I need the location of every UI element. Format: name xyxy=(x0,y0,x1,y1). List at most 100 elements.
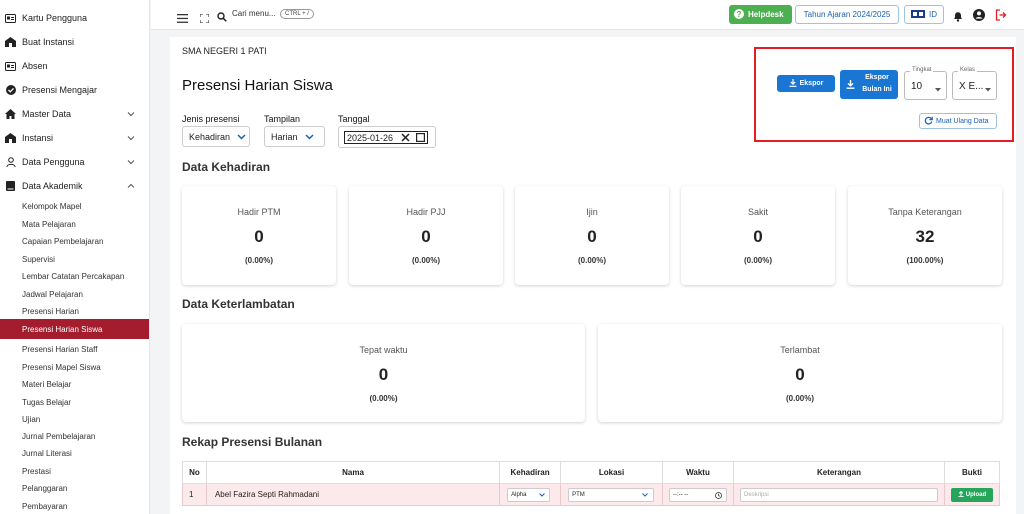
sidebar-item-label: Data Pengguna xyxy=(22,157,85,167)
card-label: Hadir PTM xyxy=(237,207,281,217)
sidebar-item-data-pengguna[interactable]: Data Pengguna xyxy=(0,150,149,174)
calendar-icon[interactable] xyxy=(416,133,426,144)
keterangan-placeholder: Deskripsi xyxy=(744,491,769,498)
waktu-value: --:-- -- xyxy=(673,491,689,498)
sidebar-sub-label: Tugas Belajar xyxy=(22,397,72,407)
tampilan-select[interactable]: Harian xyxy=(264,126,325,147)
sidebar-sub-presensi-harian[interactable]: Presensi Harian xyxy=(0,301,149,321)
sidebar-sub-label: Supervisi xyxy=(22,254,55,264)
card-value: 0 xyxy=(378,365,389,384)
card-label: Hadir PJJ xyxy=(406,207,446,217)
keterangan-input[interactable]: Deskripsi xyxy=(740,487,938,502)
sidebar-sub-lembar-catatan[interactable]: Lembar Catatan Percakapan xyxy=(0,266,149,286)
chevron-down-icon xyxy=(304,132,314,142)
card-percent: (0.00%) xyxy=(244,256,273,265)
card-label: Ijin xyxy=(586,207,598,217)
bell-icon[interactable] xyxy=(953,9,963,27)
helpdesk-label: Helpdesk xyxy=(748,10,784,19)
ekspor-bulan-ini-button[interactable]: Ekspor Bulan Ini xyxy=(840,70,898,99)
sidebar-sub-pembayaran[interactable]: Pembayaran xyxy=(0,496,149,514)
clear-icon[interactable] xyxy=(401,133,410,144)
helpdesk-button[interactable]: ? Helpdesk xyxy=(729,5,792,24)
column-header-bukti: Bukti xyxy=(943,461,1001,484)
table-header-row: No Nama Kehadiran Lokasi Waktu Keteranga… xyxy=(182,461,1001,484)
sidebar-sub-kelompok-mapel[interactable]: Kelompok Mapel xyxy=(0,196,149,216)
upload-button[interactable]: Upload xyxy=(950,487,993,502)
tahun-ajaran-button[interactable]: Tahun Ajaran 2024/2025 xyxy=(795,5,899,24)
column-header-waktu: Waktu xyxy=(662,461,734,484)
sidebar-item-label: Data Akademik xyxy=(22,181,83,191)
card-percent: (0.00%) xyxy=(743,256,772,265)
sidebar-sub-label: Jadwal Pelajaran xyxy=(22,289,83,299)
sidebar-sub-pelanggaran[interactable]: Pelanggaran xyxy=(0,478,149,498)
kehadiran-select[interactable]: Alpha xyxy=(507,487,551,502)
sidebar-sub-capaian-pembelajaran[interactable]: Capaian Pembelajaran xyxy=(0,231,149,251)
hamburger-icon[interactable] xyxy=(177,10,188,28)
sidebar-sub-jurnal-literasi[interactable]: Jurnal Literasi xyxy=(0,443,149,463)
search-label[interactable]: Cari menu... xyxy=(232,9,276,18)
muat-ulang-button[interactable]: Muat Ulang Data xyxy=(919,113,997,129)
sidebar-sub-label: Prestasi xyxy=(22,466,51,476)
tanggal-label: Tanggal xyxy=(338,114,370,124)
sidebar-item-master-data[interactable]: Master Data xyxy=(0,102,149,126)
sidebar-sub-label: Ujian xyxy=(22,414,41,424)
language-button[interactable]: ID xyxy=(904,5,944,24)
tingkat-select[interactable]: Tingkat 10 xyxy=(904,67,947,100)
dropdown-arrow-icon xyxy=(935,84,941,95)
upload-label: Upload xyxy=(965,491,987,498)
card-label: Sakit xyxy=(747,207,768,217)
column-header-no: No xyxy=(182,461,207,484)
fullscreen-icon[interactable] xyxy=(199,10,210,28)
rekap-section-title: Rekap Presensi Bulanan xyxy=(182,435,323,449)
jenis-presensi-select[interactable]: Kehadiran xyxy=(182,126,250,147)
kehadiran-card-ijin: Ijin 0 (0.00%) xyxy=(515,186,669,285)
cell-lokasi: PTM xyxy=(560,483,664,506)
lokasi-select[interactable]: PTM xyxy=(568,487,655,502)
card-percent: (0.00%) xyxy=(577,256,606,265)
tanggal-input[interactable]: 2025-01-26 xyxy=(344,131,428,144)
sidebar-item-buat-instansi[interactable]: Buat Instansi xyxy=(0,30,149,54)
tingkat-value: 10 xyxy=(911,81,923,92)
sidebar-sub-label: Presensi Harian Siswa xyxy=(22,324,103,334)
search-icon[interactable] xyxy=(217,9,227,27)
kehadiran-card-sakit: Sakit 0 (0.00%) xyxy=(681,186,835,285)
sidebar-item-data-akademik[interactable]: Data Akademik xyxy=(0,174,149,198)
chevron-down-icon xyxy=(127,110,135,118)
card-value: 0 xyxy=(587,227,597,246)
column-header-nama: Nama xyxy=(205,461,501,484)
waktu-input[interactable]: --:-- -- xyxy=(669,487,728,502)
help-icon: ? xyxy=(734,8,744,21)
sidebar-sub-materi-belajar[interactable]: Materi Belajar xyxy=(0,374,149,394)
sidebar-item-label: Master Data xyxy=(22,109,72,119)
sidebar-item-kartu-pengguna[interactable]: Kartu Pengguna xyxy=(0,6,149,30)
sidebar-sub-label: Jurnal Literasi xyxy=(22,448,72,458)
sidebar-sub-label: Jurnal Pembelajaran xyxy=(22,431,96,441)
tahun-ajaran-label: Tahun Ajaran 2024/2025 xyxy=(803,10,891,19)
card-value: 0 xyxy=(421,227,431,246)
keterlambatan-card-tepat-waktu: Tepat waktu 0 (0.00%) xyxy=(182,324,585,422)
logout-icon[interactable] xyxy=(995,8,1007,26)
clock-icon xyxy=(715,491,722,501)
sidebar-item-absen[interactable]: Absen xyxy=(0,54,149,78)
account-icon[interactable] xyxy=(973,8,985,26)
column-header-lokasi: Lokasi xyxy=(560,461,664,484)
jenis-presensi-value: Kehadiran xyxy=(189,131,231,142)
sidebar-item-label: Absen xyxy=(22,61,48,71)
sidebar-item-presensi-mengajar[interactable]: Presensi Mengajar xyxy=(0,78,149,102)
upload-icon xyxy=(958,490,964,499)
kelas-select[interactable]: Kelas X E... xyxy=(952,67,997,100)
topbar: Cari menu... CTRL + / ? Helpdesk Tahun A… xyxy=(151,0,1024,30)
table-row: 1 Abel Fazira Septi Rahmadani Alpha PTM xyxy=(182,483,1001,506)
tampilan-value: Harian xyxy=(271,131,298,142)
sidebar-sub-label: Presensi Mapel Siswa xyxy=(22,362,101,372)
sidebar-sub-presensi-harian-siswa[interactable]: Presensi Harian Siswa xyxy=(0,319,149,339)
cell-kehadiran: Alpha xyxy=(499,483,562,506)
language-label: ID xyxy=(929,10,937,19)
ekspor-button[interactable]: Ekspor xyxy=(777,75,835,92)
page-title: Presensi Harian Siswa xyxy=(182,77,333,94)
card-label: Tanpa Keterangan xyxy=(888,207,962,217)
cell-waktu: --:-- -- xyxy=(662,483,734,506)
sidebar-sub-presensi-harian-staff[interactable]: Presensi Harian Staff xyxy=(0,339,149,359)
sidebar-item-instansi[interactable]: Instansi xyxy=(0,126,149,150)
user-icon xyxy=(5,157,16,168)
